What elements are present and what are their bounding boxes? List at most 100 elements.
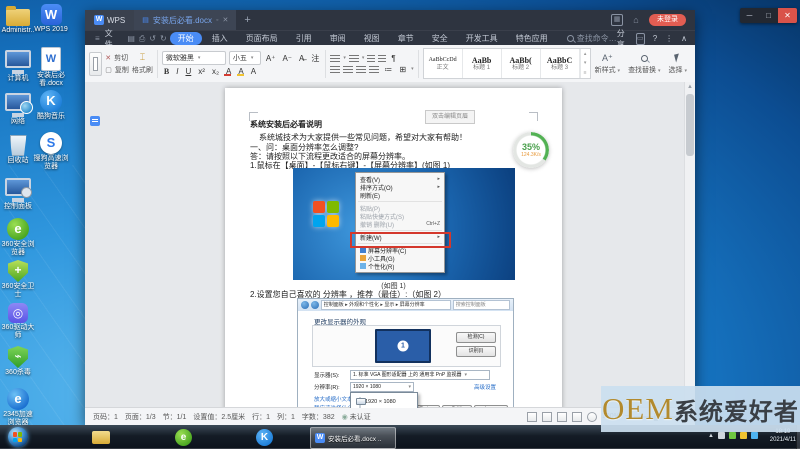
style-heading1[interactable]: AaBb 标题 1 bbox=[463, 49, 502, 78]
style-heading3[interactable]: AaBbC 标题 3 bbox=[541, 49, 580, 78]
detect-button[interactable]: 检测(C) bbox=[456, 332, 496, 343]
desktop-icon-360-browser[interactable]: e 360安全浏览器 bbox=[0, 218, 36, 257]
panel-icon[interactable]: ▭ bbox=[636, 33, 645, 45]
italic-button[interactable]: I bbox=[174, 67, 180, 76]
find-replace-button[interactable]: 查找替换 ▾ bbox=[624, 52, 664, 75]
subscript-button[interactable]: x₂ bbox=[210, 67, 221, 76]
breadcrumb[interactable]: 控制面板 ▸ 外观和个性化 ▸ 显示 ▸ 屏幕分辨率 bbox=[321, 300, 451, 310]
download-progress-badge[interactable]: 35% 124.3K/s bbox=[513, 132, 549, 168]
tab-view[interactable]: 视图 bbox=[356, 32, 388, 45]
tab-close-icon[interactable]: ✕ bbox=[222, 16, 228, 24]
tab-developer[interactable]: 开发工具 bbox=[458, 32, 506, 45]
outline-toggle-icon[interactable] bbox=[90, 116, 100, 126]
grow-font-button[interactable]: A⁺ bbox=[264, 54, 278, 63]
resolution-option[interactable]: 1920 × 1080 bbox=[351, 395, 417, 408]
style-normal[interactable]: AaBbCcDd 正文 bbox=[424, 49, 463, 78]
new-style-button[interactable]: A⁺ 新样式 ▾ bbox=[591, 52, 624, 75]
underline-button[interactable]: U bbox=[183, 67, 193, 76]
desktop-icon-docx[interactable]: W 安装后必看.docx bbox=[33, 47, 69, 88]
bold-button[interactable]: B bbox=[162, 67, 171, 76]
scroll-up-icon[interactable]: ▲ bbox=[685, 82, 695, 92]
login-button[interactable]: 未登录 bbox=[649, 14, 686, 26]
font-color-button[interactable]: A bbox=[224, 67, 233, 76]
line-spacing-button[interactable]: ≔ bbox=[382, 65, 394, 74]
tray-icon[interactable] bbox=[740, 432, 747, 439]
view-page-icon[interactable] bbox=[542, 412, 552, 422]
undo-icon[interactable]: ↺ bbox=[149, 34, 156, 43]
tab-page-layout[interactable]: 页面布局 bbox=[238, 32, 286, 45]
tab-security[interactable]: 安全 bbox=[424, 32, 456, 45]
view-fullscreen-icon[interactable] bbox=[527, 412, 537, 422]
status-cert[interactable]: ◉ 未认证 bbox=[342, 412, 371, 422]
align-right-icon[interactable] bbox=[356, 66, 366, 73]
document-tab[interactable]: ▤ 安装后必看.docx ◦ ✕ bbox=[134, 10, 236, 30]
menu-item-personalize[interactable]: 个性化(R) bbox=[356, 262, 444, 270]
status-word-count[interactable]: 字数：382 bbox=[302, 412, 335, 422]
tray-expand-icon[interactable]: ▲ bbox=[708, 433, 714, 439]
vertical-scrollbar[interactable]: ▲ ▼ bbox=[684, 82, 695, 408]
identify-button[interactable]: 识别(I) bbox=[456, 346, 496, 357]
align-left-icon[interactable] bbox=[330, 66, 340, 73]
desktop-icon-administrator[interactable]: Administr.. bbox=[0, 4, 36, 35]
number-list-icon[interactable] bbox=[349, 55, 359, 62]
maximize-icon[interactable]: □ bbox=[759, 8, 778, 23]
document-page[interactable]: 双击编辑页眉 35% 124.3K/s 系统安装后必看说明 系统城技术为大家提供… bbox=[225, 88, 562, 408]
font-size-select[interactable]: 小五▾ bbox=[229, 51, 261, 65]
tray-icon[interactable] bbox=[751, 432, 758, 439]
taskbar-wps-document-button[interactable]: W 安装后必看.docx .. bbox=[310, 427, 396, 449]
taskbar-360-browser-icon[interactable]: e bbox=[175, 429, 192, 446]
command-search[interactable]: 查找命令… bbox=[567, 33, 617, 44]
tray-icon[interactable] bbox=[718, 432, 725, 439]
clear-format-button[interactable]: A̶ bbox=[297, 54, 306, 63]
view-web-icon[interactable] bbox=[557, 412, 567, 422]
print-icon[interactable]: ⎙ bbox=[139, 34, 145, 44]
menu-item-refresh[interactable]: 刷新(E) bbox=[356, 191, 444, 199]
tab-home[interactable]: 开始 bbox=[170, 32, 202, 45]
format-painter-button[interactable]: 格式刷 bbox=[132, 65, 153, 75]
cut-button[interactable]: 剪切 bbox=[114, 53, 128, 63]
desktop-icon-360-driver[interactable]: ◎ 360驱动大师 bbox=[0, 303, 36, 340]
slider-knob[interactable] bbox=[356, 398, 366, 405]
char-shading-button[interactable]: A bbox=[249, 67, 258, 76]
monitor-preview[interactable]: 1 bbox=[375, 329, 431, 363]
decrease-indent-icon[interactable] bbox=[367, 55, 375, 62]
superscript-button[interactable]: x² bbox=[196, 67, 207, 76]
desktop-icon-computer[interactable]: 计算机 bbox=[0, 47, 36, 83]
taskbar-explorer-icon[interactable] bbox=[92, 431, 110, 444]
desktop-icon-sogou[interactable]: S 搜狗高速浏览器 bbox=[33, 132, 69, 171]
start-button[interactable] bbox=[8, 427, 28, 447]
desktop-icon-2345-browser[interactable]: e 2345加速浏览器 bbox=[0, 388, 36, 427]
desktop-icon-wps[interactable]: W WPS 2019 bbox=[33, 4, 69, 34]
back-icon[interactable] bbox=[301, 301, 309, 309]
desktop-icon-network[interactable]: 网络 bbox=[0, 90, 36, 126]
collapse-ribbon-icon[interactable]: ∧ bbox=[681, 34, 687, 43]
redo-icon[interactable]: ↻ bbox=[160, 34, 167, 43]
increase-indent-icon[interactable] bbox=[378, 55, 386, 62]
monitor-select[interactable]: 1. 标准 VGA 图形适配器 上的 通用非 PnP 监视器▾ bbox=[350, 370, 490, 380]
view-outline-icon[interactable] bbox=[572, 412, 582, 422]
highlight-button[interactable]: A bbox=[236, 67, 245, 76]
bell-icon[interactable]: ⌂ bbox=[631, 15, 641, 25]
phonetic-button[interactable]: 注 bbox=[309, 53, 321, 64]
menu-item-undo-delete[interactable]: 撤销 删除(U)Ctrl+Z bbox=[356, 220, 444, 228]
font-name-select[interactable]: 微软雅黑▾ bbox=[162, 51, 226, 65]
tab-review[interactable]: 审阅 bbox=[322, 32, 354, 45]
resolution-select[interactable]: 1920 × 1080▾ bbox=[350, 382, 414, 392]
justify-icon[interactable] bbox=[369, 66, 379, 73]
taskbar-kugou-icon[interactable]: K bbox=[256, 429, 273, 446]
paragraph-mark-icon[interactable]: ¶ bbox=[389, 54, 397, 63]
shrink-font-button[interactable]: A⁻ bbox=[280, 54, 294, 63]
tab-references[interactable]: 引用 bbox=[288, 32, 320, 45]
shading-button[interactable]: ⊞ bbox=[397, 65, 408, 74]
tab-insert[interactable]: 插入 bbox=[204, 32, 236, 45]
bullet-list-icon[interactable] bbox=[330, 55, 340, 62]
tab-section[interactable]: 章节 bbox=[390, 32, 422, 45]
close-icon[interactable]: ✕ bbox=[778, 8, 797, 23]
style-heading2[interactable]: AaBb( 标题 2 bbox=[502, 49, 541, 78]
desktop-icon-recycle-bin[interactable]: 回收站 bbox=[0, 132, 36, 165]
control-panel-search-input[interactable]: 搜索控制面板 bbox=[453, 300, 510, 310]
eye-protect-icon[interactable] bbox=[587, 412, 597, 422]
minimize-icon[interactable]: ─ bbox=[740, 8, 759, 23]
apps-grid-icon[interactable]: ▦ bbox=[611, 14, 623, 26]
pin-icon[interactable]: ◦ bbox=[216, 17, 218, 24]
